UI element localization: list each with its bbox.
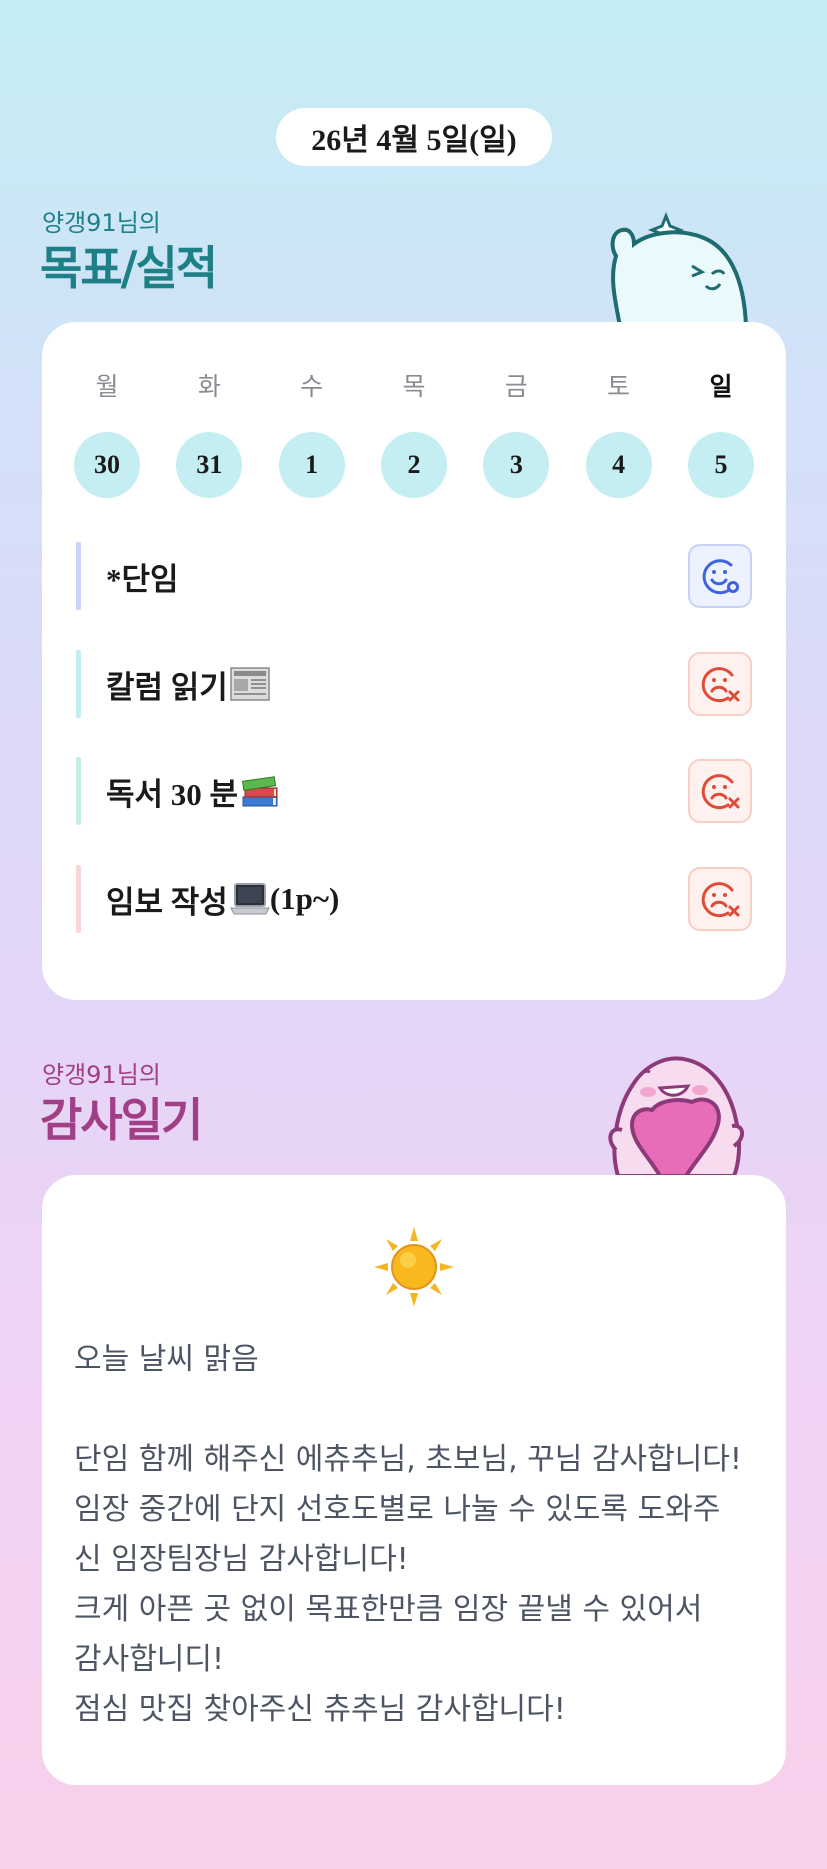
- day-column[interactable]: 월 30: [74, 370, 140, 498]
- day-column[interactable]: 목 2: [380, 370, 447, 498]
- sun-icon: [374, 1227, 454, 1307]
- sad-x-icon: [701, 774, 740, 810]
- day-number[interactable]: 3: [483, 432, 550, 498]
- laptop-icon: [230, 883, 270, 915]
- diary-body: 오늘 날씨 맑음 단임 함께 해주신 에츄추님, 초보님, 꾸님 감사합니다! …: [74, 1342, 742, 1727]
- day-column[interactable]: 화 31: [176, 370, 243, 498]
- goals-title: 목표/실적: [40, 241, 218, 295]
- goal-label: 임보 작성: [106, 884, 228, 920]
- goals-card: 월 30 화 31 수 1 목 2 금 3 토 4 일 5 *단임 칼럼 읽기 …: [42, 322, 786, 1000]
- day-column[interactable]: 토 4: [585, 370, 652, 498]
- goal-item[interactable]: *단임: [76, 542, 752, 610]
- goal-color-bar: [76, 757, 81, 825]
- day-column[interactable]: 수 1: [278, 370, 345, 498]
- goal-label: *단임: [106, 561, 179, 597]
- week-row: 월 30 화 31 수 1 목 2 금 3 토 4 일 5: [74, 370, 754, 498]
- day-label: 금: [504, 372, 528, 401]
- goal-text: 임보 작성 (1p~): [106, 877, 339, 922]
- day-number[interactable]: 31: [176, 432, 243, 498]
- sad-x-icon: [701, 667, 740, 703]
- smile-check-icon: [702, 559, 739, 595]
- day-number[interactable]: 2: [380, 432, 447, 498]
- goal-text: *단임: [106, 554, 179, 599]
- goal-color-bar: [76, 650, 81, 718]
- status-done-button[interactable]: [688, 544, 752, 608]
- goal-item[interactable]: 칼럼 읽기: [76, 650, 752, 718]
- day-number[interactable]: 1: [278, 432, 345, 498]
- day-label: 목: [402, 372, 426, 401]
- day-number-selected[interactable]: 5: [687, 432, 754, 498]
- heart-mascot-icon: [608, 1056, 744, 1176]
- books-icon: [242, 776, 278, 807]
- goal-item[interactable]: 임보 작성 (1p~): [76, 865, 752, 933]
- date-pill[interactable]: 26년 4월 5일(일): [276, 108, 552, 166]
- sad-x-icon: [701, 882, 740, 918]
- day-label-selected: 일: [709, 372, 733, 401]
- goal-label: 칼럼 읽기: [106, 669, 228, 705]
- diary-card: 오늘 날씨 맑음 단임 함께 해주신 에츄추님, 초보님, 꾸님 감사합니다! …: [42, 1175, 786, 1785]
- newspaper-icon: [230, 667, 270, 701]
- goal-color-bar: [76, 542, 81, 610]
- status-fail-button[interactable]: [688, 759, 752, 823]
- day-number[interactable]: 30: [74, 432, 140, 498]
- goal-text: 독서 30 분: [106, 769, 280, 814]
- day-column[interactable]: 금 3: [483, 370, 550, 498]
- date-label: 26년 4월 5일(일): [311, 124, 517, 157]
- day-number[interactable]: 4: [585, 432, 652, 498]
- day-label: 화: [197, 372, 221, 401]
- diary-title: 감사일기: [40, 1093, 203, 1147]
- waving-mascot-icon: [610, 211, 749, 326]
- day-label: 수: [300, 372, 324, 401]
- goal-text: 칼럼 읽기: [106, 662, 270, 707]
- day-column-selected[interactable]: 일 5: [687, 370, 754, 498]
- status-fail-button[interactable]: [688, 652, 752, 716]
- goal-suffix: (1p~): [269, 881, 340, 916]
- goal-color-bar: [76, 865, 81, 933]
- day-label: 토: [607, 372, 631, 401]
- goal-item[interactable]: 독서 30 분: [76, 757, 752, 825]
- goal-label: 독서 30 분: [106, 776, 239, 812]
- day-label: 월: [95, 372, 119, 401]
- status-fail-button[interactable]: [688, 867, 752, 931]
